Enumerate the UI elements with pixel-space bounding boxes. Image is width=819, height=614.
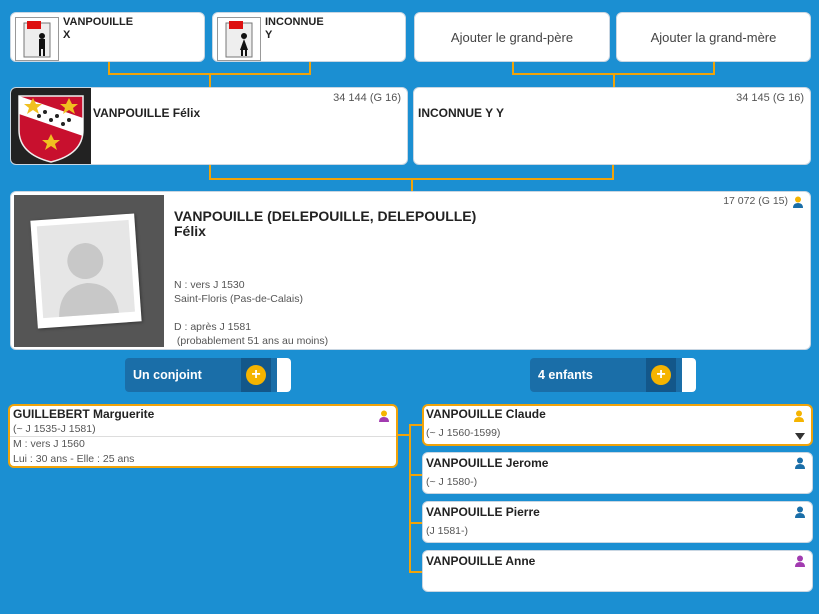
plus-icon: + (651, 365, 671, 385)
child-card-3[interactable]: VANPOUILLE Pierre (J 1581-) (422, 501, 813, 543)
male-person-icon (795, 506, 805, 518)
grandparent-card-1[interactable]: VANPOUILLE X (10, 12, 205, 62)
child-dates: (~ J 1560-1599) (426, 427, 501, 439)
plus-icon: + (246, 365, 266, 385)
spouse-dates: (~ J 1535-J 1581) (13, 423, 96, 435)
child-card-4[interactable]: VANPOUILLE Anne (422, 550, 813, 592)
child-dates: (~ J 1580-) (426, 476, 478, 488)
male-person-icon (795, 457, 805, 469)
add-grandfather-button[interactable]: Ajouter le grand-père (414, 12, 610, 62)
photo-placeholder (14, 195, 164, 347)
grandparent-card-2[interactable]: INCONNUE Y (212, 12, 406, 62)
connector (613, 74, 615, 88)
mother-card[interactable]: INCONNUE Y Y 34 145 (G 16) (413, 87, 811, 165)
children-pill-label: 4 enfants (538, 368, 593, 382)
main-given-name: Félix (174, 223, 206, 239)
connector (209, 165, 211, 179)
spouse-name: GUILLEBERT Marguerite (13, 407, 155, 421)
child-card-1[interactable]: VANPOUILLE Claude (~ J 1560-1599) (422, 404, 813, 446)
coat-of-arms-icon (11, 88, 91, 164)
add-spouse-button[interactable]: + (241, 358, 271, 392)
mother-name: INCONNUE Y Y (418, 106, 505, 120)
father-sosa: 34 144 (G 16) (333, 92, 401, 104)
child-name: VANPOUILLE Anne (426, 554, 536, 568)
child-dates: (J 1581-) (426, 525, 469, 537)
father-card[interactable]: VANPOUILLE Félix 34 144 (G 16) (10, 87, 408, 165)
child-name: VANPOUILLE Claude (426, 407, 546, 421)
female-person-icon (379, 410, 389, 422)
connector (409, 474, 423, 476)
spouse-card[interactable]: GUILLEBERT Marguerite (~ J 1535-J 1581) … (8, 404, 398, 468)
children-toggle-button[interactable]: 4 enfants + (530, 358, 696, 392)
grandparent-2-name: INCONNUE Y (265, 16, 324, 41)
add-child-button[interactable]: + (646, 358, 676, 392)
mother-sosa: 34 145 (G 16) (736, 92, 804, 104)
birth-date: N : vers J 1530 (174, 279, 245, 291)
connector (409, 424, 423, 426)
person-icon (793, 196, 803, 208)
female-placeholder-icon (217, 17, 261, 61)
main-person-card[interactable]: VANPOUILLE (DELEPOUILLE, DELEPOULLE) Fél… (10, 191, 811, 350)
main-sosa: 17 072 (G 15) (723, 195, 788, 207)
connector (409, 522, 423, 524)
birth-place: Saint-Floris (Pas-de-Calais) (174, 293, 303, 305)
death-date: D : après J 1581 (174, 321, 252, 333)
main-surname: VANPOUILLE (DELEPOUILLE, DELEPOULLE) (174, 208, 477, 224)
connector (409, 571, 423, 573)
connector (409, 424, 411, 572)
death-note: (probablement 51 ans au moins) (174, 335, 329, 347)
male-placeholder-icon (15, 17, 59, 61)
child-name: VANPOUILLE Pierre (426, 505, 540, 519)
child-card-2[interactable]: VANPOUILLE Jerome (~ J 1580-) (422, 452, 813, 494)
pill-tail (277, 358, 291, 392)
avatar-icon (36, 219, 135, 319)
connector (612, 165, 614, 179)
connector (209, 74, 211, 88)
pill-tail (682, 358, 696, 392)
spouse-toggle-button[interactable]: Un conjoint + (125, 358, 291, 392)
female-person-icon (795, 555, 805, 567)
marriage-date: M : vers J 1560 (13, 438, 85, 450)
expand-arrow-icon[interactable] (795, 433, 805, 440)
grandparent-1-name: VANPOUILLE X (63, 16, 134, 41)
marriage-ages: Lui : 30 ans - Elle : 25 ans (13, 453, 135, 465)
spouse-pill-label: Un conjoint (133, 368, 202, 382)
child-name: VANPOUILLE Jerome (426, 456, 549, 470)
add-grandmother-button[interactable]: Ajouter la grand-mère (616, 12, 811, 62)
person-icon (794, 410, 804, 422)
father-name: VANPOUILLE Félix (93, 106, 201, 120)
